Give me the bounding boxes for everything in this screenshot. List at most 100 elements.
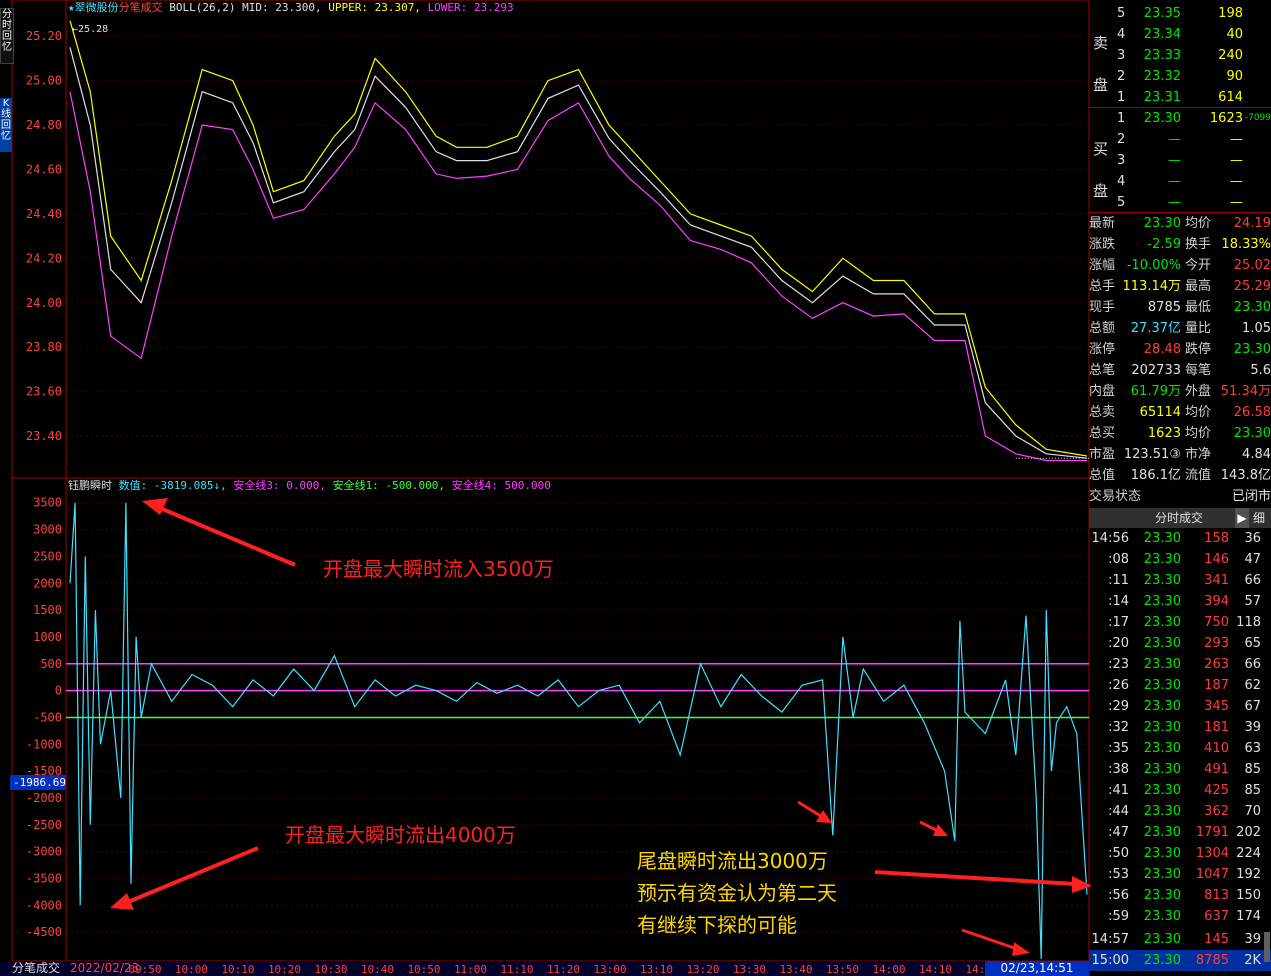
time-tick-label: 11:00	[454, 963, 487, 976]
stat-value: 113.14万	[1122, 279, 1182, 294]
tick-volume: 263	[1204, 657, 1229, 672]
sell-level-row: 4 23.34 40	[1089, 24, 1271, 45]
indicator-y-ticks: 3500300025002000150010005000-500-1000-15…	[26, 496, 62, 939]
tick-time: :17	[1108, 615, 1129, 630]
indicator-tick-label: 2000	[33, 576, 62, 590]
tick-volume: 158	[1204, 531, 1229, 546]
indicator-series	[69, 502, 1088, 960]
indicator-tick-label: -3500	[26, 871, 62, 885]
stat-label: 现手	[1089, 300, 1116, 315]
price-legend: ★翠微股份分笔成交 BOLL(26,2) MID: 23.300, UPPER:…	[68, 1, 514, 15]
time-tick-label: 10:00	[175, 963, 208, 976]
tick-price: 23.30	[1143, 615, 1181, 630]
tick-count: 118	[1236, 615, 1261, 630]
tick-price: 23.30	[1143, 846, 1181, 861]
stat-value: -2.59	[1147, 237, 1181, 252]
stat-label: 今开	[1185, 258, 1212, 273]
stat-label: 换手	[1185, 237, 1212, 252]
tab-kline-review[interactable]: K线回忆	[0, 98, 12, 152]
time-tick-label: 13:10	[640, 963, 673, 976]
time-tick-label: 10:40	[361, 963, 394, 976]
stat-label: 总手	[1089, 279, 1116, 294]
buy-price: —	[1168, 195, 1181, 210]
tick-time: :44	[1108, 804, 1129, 819]
tick-count: 174	[1236, 909, 1261, 924]
arrowhead-tail-low	[1012, 942, 1030, 956]
sell-level: 3	[1117, 48, 1126, 63]
stat-value: 186.1亿	[1130, 468, 1181, 483]
stat-value: 23.30	[1233, 300, 1271, 315]
play-icon[interactable]: ▶	[1235, 508, 1249, 528]
safe1-label: 安全线1: -500.000,	[332, 479, 446, 492]
stat-value: 202733	[1131, 363, 1181, 378]
stock-name: 翠微股份	[74, 1, 119, 14]
tick-volume: 1047	[1195, 867, 1229, 882]
tick-price: 23.30	[1143, 678, 1181, 693]
stat-label: 总笔	[1089, 363, 1116, 378]
arrow-tail-low	[961, 928, 1021, 952]
tick-price: 23.30	[1143, 825, 1181, 840]
indicator-tick-label: -500	[33, 710, 62, 724]
tick-count: 57	[1244, 594, 1261, 609]
buy-level-row: 1 23.30 1623 -7099	[1089, 108, 1271, 129]
stat-row: 最新 23.30 均价 24.19	[1089, 213, 1271, 234]
mode-label: 分笔成交	[118, 1, 163, 14]
buy-volume: —	[1230, 153, 1243, 168]
time-tick-label: 14:10	[919, 963, 952, 976]
tick-volume: 362	[1204, 804, 1229, 819]
indicator-tick-label: 0	[55, 684, 62, 698]
tick-count: 67	[1244, 699, 1261, 714]
tick-volume: 750	[1204, 615, 1229, 630]
boll-label: BOLL(26,2)	[169, 1, 236, 14]
annotation-open-inflow: 开盘最大瞬时流入3500万	[323, 557, 554, 581]
tick-price: 23.30	[1143, 657, 1181, 672]
tick-count: 192	[1236, 867, 1261, 882]
tick-volume: 341	[1204, 573, 1229, 588]
stat-row: 总额 27.37亿 量比 1.05	[1089, 318, 1271, 339]
stat-row: 现手 8785 最低 23.30	[1089, 297, 1271, 318]
tab-time-review[interactable]: 分时回忆	[0, 8, 14, 64]
stat-label: 最低	[1185, 300, 1212, 315]
tick-volume: 187	[1204, 678, 1229, 693]
stat-label: 内盘	[1089, 384, 1116, 399]
tick-row: :20 23.30 293 65	[1089, 633, 1271, 654]
tick-row: :08 23.30 146 47	[1089, 549, 1271, 570]
stat-value: 23.30	[1143, 216, 1181, 231]
buy-level: 3	[1117, 153, 1126, 168]
tick-price: 23.30	[1143, 932, 1181, 947]
stat-label: 均价	[1185, 216, 1212, 231]
tick-price: 23.30	[1143, 699, 1181, 714]
buy-level-row: 2 — —	[1089, 129, 1271, 150]
sell-level-row: 1 23.31 614	[1089, 87, 1271, 108]
tick-time: :56	[1108, 888, 1129, 903]
stat-label: 均价	[1185, 426, 1212, 441]
tick-time: :11	[1108, 573, 1129, 588]
stat-label: 量比	[1185, 321, 1212, 336]
stat-label: 涨停	[1089, 342, 1116, 357]
indicator-tick-label: 2500	[33, 549, 62, 563]
stat-row: 涨幅 -10.00% 今开 25.02	[1089, 255, 1271, 276]
tick-row: :26 23.30 187 62	[1089, 675, 1271, 696]
tick-price: 23.30	[1143, 636, 1181, 651]
stat-value: 23.30	[1233, 342, 1271, 357]
time-tick-label: 11:20	[547, 963, 580, 976]
lower-label: LOWER: 23.293	[427, 1, 514, 14]
tick-volume: 1791	[1195, 825, 1229, 840]
star-icon[interactable]: ★	[68, 1, 75, 14]
sell-volume: 40	[1226, 27, 1243, 42]
tick-time: :08	[1108, 552, 1129, 567]
sell-price: 23.33	[1143, 48, 1181, 63]
tick-count: 47	[1244, 552, 1261, 567]
tick-row: :41 23.30 425 85	[1089, 780, 1271, 801]
detail-button[interactable]: 细	[1253, 508, 1265, 528]
indicator-tick-label: 3000	[33, 523, 62, 537]
tick-time: 15:00	[1091, 953, 1129, 968]
tick-volume: 181	[1204, 720, 1229, 735]
tick-scrollbar[interactable]	[1264, 932, 1270, 962]
stat-label: 市盈	[1089, 447, 1116, 462]
tick-count: 150	[1236, 888, 1261, 903]
stat-value: 5.6	[1250, 363, 1271, 378]
stat-label: 均价	[1185, 405, 1212, 420]
tick-count: 66	[1244, 657, 1261, 672]
sell-level: 5	[1117, 6, 1126, 21]
